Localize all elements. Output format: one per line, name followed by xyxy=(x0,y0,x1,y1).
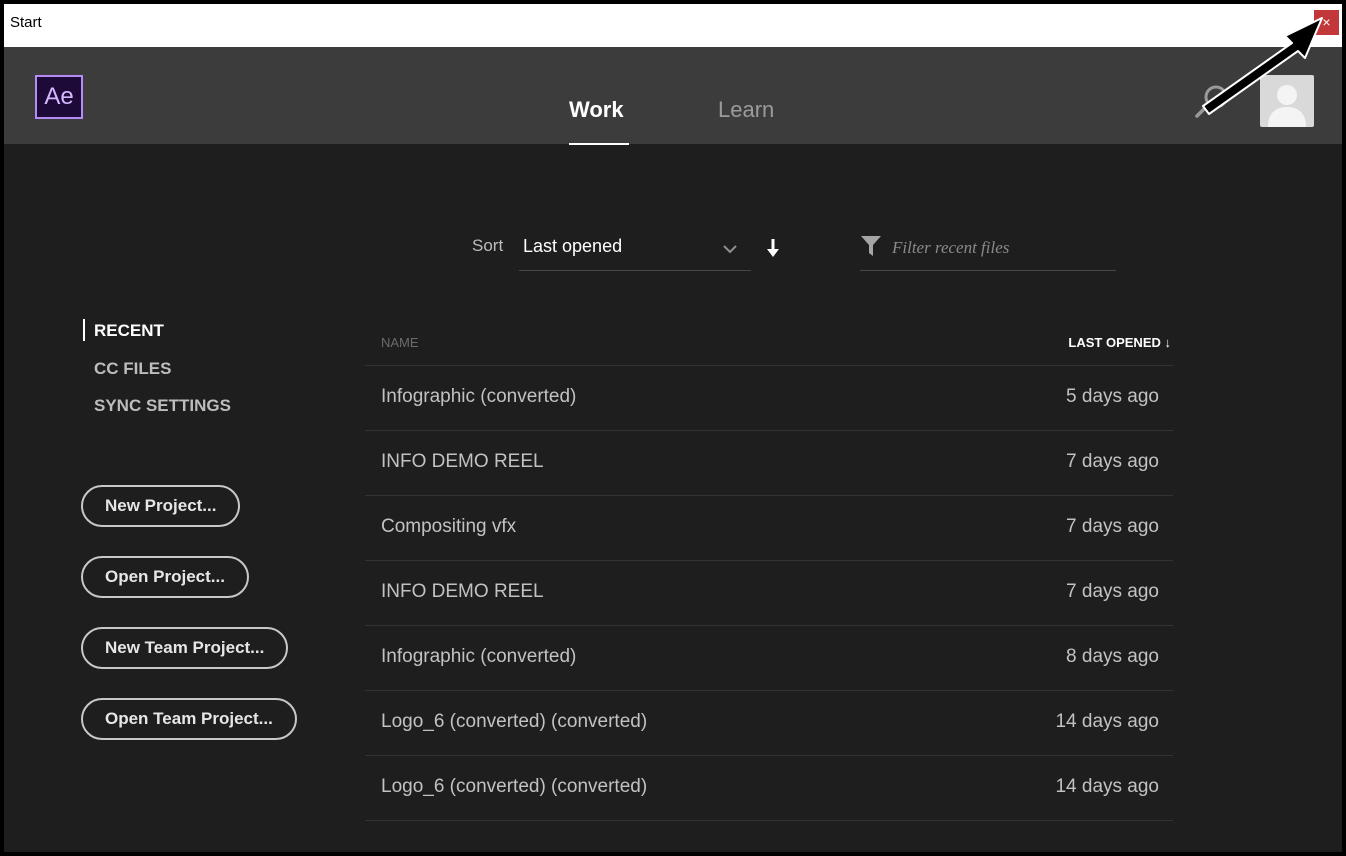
file-last-opened: 7 days ago xyxy=(1066,516,1159,537)
table-row[interactable]: Logo_6 (converted) (converted) 14 days a… xyxy=(365,756,1173,821)
window-title: Start xyxy=(10,14,42,31)
file-last-opened: 14 days ago xyxy=(1055,776,1159,797)
filter-box xyxy=(860,232,1116,271)
new-project-button[interactable]: New Project... xyxy=(81,485,241,527)
nav-cc-files[interactable]: CC FILES xyxy=(94,359,171,379)
tab-work[interactable]: Work xyxy=(569,97,624,123)
table-row[interactable]: INFO DEMO REEL 7 days ago xyxy=(365,431,1173,496)
file-name: INFO DEMO REEL xyxy=(381,451,544,472)
open-project-button[interactable]: Open Project... xyxy=(81,556,249,598)
nav-recent[interactable]: RECENT xyxy=(94,321,164,341)
chevron-down-icon xyxy=(723,245,737,254)
sort-selected-value: Last opened xyxy=(523,236,623,256)
tab-learn[interactable]: Learn xyxy=(718,97,774,123)
filter-funnel-icon xyxy=(861,236,881,256)
table-row[interactable]: Infographic (converted) 5 days ago xyxy=(365,366,1173,431)
column-header-last-opened[interactable]: LAST OPENED ↓ xyxy=(1068,335,1171,350)
new-team-project-button[interactable]: New Team Project... xyxy=(81,627,289,669)
filter-recent-files-input[interactable] xyxy=(892,234,1112,262)
annotation-arrow-icon xyxy=(1202,17,1323,115)
start-window: Start × Ae Work Learn Sort Last opened F… xyxy=(0,0,1346,856)
file-name: Logo_6 (converted) (converted) xyxy=(381,711,648,732)
app-header: Ae Work Learn xyxy=(4,47,1342,145)
table-row[interactable]: Compositing vfx 7 days ago xyxy=(365,496,1173,561)
file-last-opened: 8 days ago xyxy=(1066,646,1159,667)
table-row[interactable]: Infographic (converted) 8 days ago xyxy=(365,626,1173,691)
title-bar: Start × xyxy=(4,4,1342,47)
sort-direction-arrow-icon[interactable] xyxy=(766,238,780,258)
sort-dropdown[interactable]: Last opened xyxy=(519,232,751,271)
file-name: Logo_6 (converted) (converted) xyxy=(381,776,648,797)
file-last-opened: 7 days ago xyxy=(1066,451,1159,472)
active-tab-indicator xyxy=(569,143,629,145)
table-row[interactable]: INFO DEMO REEL 7 days ago xyxy=(365,561,1173,626)
column-header-name[interactable]: NAME xyxy=(381,335,419,350)
file-name: Infographic (converted) xyxy=(381,646,577,667)
file-last-opened: 5 days ago xyxy=(1066,386,1159,407)
active-nav-indicator xyxy=(83,319,85,341)
table-row[interactable]: Logo_6 (converted) (converted) 14 days a… xyxy=(365,691,1173,756)
file-name: Compositing vfx xyxy=(381,516,517,537)
file-name: INFO DEMO REEL xyxy=(381,581,544,602)
sort-label: Sort xyxy=(472,236,504,255)
file-last-opened: 14 days ago xyxy=(1055,711,1159,732)
after-effects-logo: Ae xyxy=(35,75,83,119)
nav-sync-settings[interactable]: SYNC SETTINGS xyxy=(94,396,231,416)
file-name: Infographic (converted) xyxy=(381,386,577,407)
file-last-opened: 7 days ago xyxy=(1066,581,1159,602)
open-team-project-button[interactable]: Open Team Project... xyxy=(81,698,297,740)
